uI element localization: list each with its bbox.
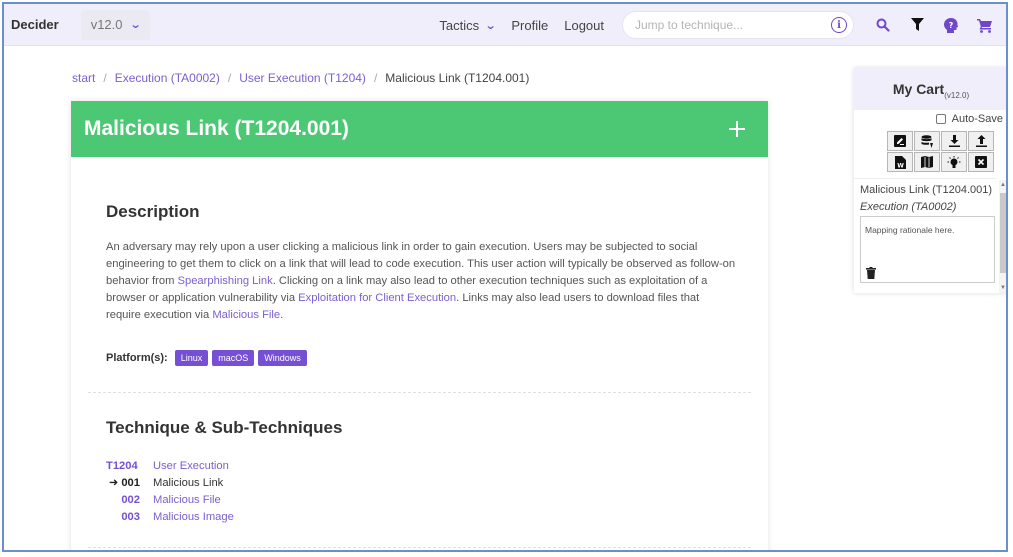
- autosave-checkbox[interactable]: [935, 114, 946, 124]
- cart-item-title[interactable]: Malicious Link (T1204.001): [860, 184, 992, 196]
- list-item[interactable]: 003 Malicious Image: [106, 508, 234, 525]
- arrow-right-icon: ➜: [108, 477, 119, 489]
- breadcrumb: start / Execution (TA0002) / User Execut…: [72, 71, 529, 85]
- database-icon: [921, 134, 933, 148]
- navigator-map-button[interactable]: [914, 152, 940, 172]
- spearphishing-link[interactable]: Spearphishing Link: [178, 275, 273, 287]
- cart-toolbar: W: [887, 131, 994, 172]
- filter-icon[interactable]: [900, 18, 934, 32]
- breadcrumb-start[interactable]: start: [72, 71, 95, 85]
- word-doc-icon: W: [894, 155, 906, 169]
- technique-id: 003: [121, 510, 140, 523]
- tactics-menu[interactable]: Tactics ⌄: [439, 17, 497, 33]
- description-text: An adversary may rely upon a user clicki…: [106, 239, 736, 324]
- list-item[interactable]: T1204 User Execution: [106, 457, 234, 474]
- download-icon: [948, 135, 960, 147]
- plus-icon: [729, 121, 745, 137]
- subtechniques-heading: Technique & Sub-Techniques: [106, 418, 343, 437]
- breadcrumb-technique[interactable]: User Execution (T1204): [239, 71, 366, 85]
- mapping-rationale-input[interactable]: Mapping rationale here.: [860, 216, 995, 283]
- info-icon[interactable]: i: [831, 17, 847, 33]
- desc-text: .: [280, 309, 284, 321]
- clear-cart-button[interactable]: [968, 152, 994, 172]
- delete-item-button[interactable]: [866, 266, 876, 284]
- cart-item-tactic: Execution (TA0002): [860, 201, 957, 213]
- cart-divider: [854, 178, 996, 179]
- card-header: Malicious Link (T1204.001): [71, 101, 768, 157]
- breadcrumb-current: Malicious Link (T1204.001): [385, 71, 530, 85]
- cart-scrollbar[interactable]: ▲ ▼: [999, 180, 1006, 293]
- cart-version: (v12.0): [944, 90, 970, 100]
- exploitation-client-execution-link[interactable]: Exploitation for Client Execution: [298, 292, 456, 304]
- breadcrumb-separator: /: [227, 71, 232, 85]
- list-item[interactable]: 002 Malicious File: [106, 491, 234, 508]
- malicious-file-link[interactable]: Malicious File: [212, 309, 280, 321]
- cart-header: My Cart(v12.0): [854, 68, 1006, 110]
- platforms: Platform(s): Linux macOS Windows: [106, 350, 307, 366]
- svg-text:W: W: [897, 162, 904, 169]
- brand-logo[interactable]: Decider: [11, 17, 59, 32]
- chevron-down-icon: ⌄: [129, 19, 142, 31]
- upload-icon: [975, 135, 987, 147]
- profile-link[interactable]: Profile: [511, 18, 548, 33]
- upload-button[interactable]: [968, 131, 994, 151]
- cart-panel: My Cart(v12.0) Auto-Save W Malicious Lin…: [854, 68, 1006, 293]
- technique-search: i: [622, 11, 854, 39]
- technique-name: Malicious Link: [153, 476, 224, 489]
- technique-id-value: 001: [121, 477, 140, 489]
- browser-frame: Decider v12.0 ⌄ Tactics ⌄ Profile Logout…: [2, 2, 1008, 552]
- cart-icon[interactable]: [968, 18, 1002, 33]
- trash-icon: [866, 267, 876, 279]
- technique-card: Malicious Link (T1204.001) Description A…: [71, 101, 768, 550]
- technique-name[interactable]: User Execution: [153, 460, 229, 472]
- clear-icon: [975, 156, 987, 168]
- technique-id: ➜ 001: [106, 476, 153, 489]
- cart-title-text: My Cart: [892, 80, 945, 97]
- technique-list: T1204 User Execution ➜ 001 Malicious Lin…: [106, 457, 234, 525]
- help-head-icon[interactable]: ?: [934, 17, 968, 33]
- breadcrumb-separator: /: [373, 71, 378, 85]
- tactics-label: Tactics: [439, 17, 480, 33]
- export-word-button[interactable]: W: [887, 152, 913, 172]
- technique-search-input[interactable]: [635, 18, 815, 32]
- version-value: v12.0: [90, 17, 123, 32]
- lightbulb-icon: [947, 155, 961, 168]
- section-divider: [88, 547, 751, 548]
- search-icon[interactable]: [866, 18, 900, 32]
- svg-text:?: ?: [949, 21, 954, 30]
- scroll-up-icon[interactable]: ▲: [1000, 182, 1006, 188]
- platform-badge-windows[interactable]: Windows: [258, 350, 307, 366]
- logout-link[interactable]: Logout: [564, 18, 604, 33]
- description-heading: Description: [106, 202, 200, 221]
- platforms-label: Platform(s):: [106, 352, 168, 364]
- map-icon: [921, 156, 933, 168]
- add-to-cart-button[interactable]: [728, 116, 746, 142]
- technique-name[interactable]: Malicious Image: [153, 511, 234, 523]
- section-divider: [88, 392, 751, 393]
- edit-icon: [894, 135, 906, 147]
- platform-badge-linux[interactable]: Linux: [174, 350, 209, 366]
- technique-id: T1204: [106, 459, 138, 472]
- download-button[interactable]: [941, 131, 967, 151]
- edit-button[interactable]: [887, 131, 913, 151]
- suggestions-button[interactable]: [941, 152, 967, 172]
- breadcrumb-tactic[interactable]: Execution (TA0002): [115, 71, 220, 85]
- version-select[interactable]: v12.0 ⌄: [80, 9, 150, 40]
- page-title: Malicious Link (T1204.001): [84, 117, 349, 140]
- scroll-thumb[interactable]: [1000, 193, 1006, 273]
- technique-id: 002: [121, 493, 140, 506]
- chevron-down-icon: ⌄: [484, 19, 497, 32]
- nav-right: Tactics ⌄ Profile Logout i ?: [439, 4, 1006, 46]
- cart-title: My Cart(v12.0): [893, 81, 969, 100]
- list-item-current: ➜ 001 Malicious Link: [106, 474, 234, 491]
- platform-badge-macos[interactable]: macOS: [212, 350, 255, 366]
- navbar: Decider v12.0 ⌄ Tactics ⌄ Profile Logout…: [4, 4, 1006, 46]
- database-button[interactable]: [914, 131, 940, 151]
- autosave-toggle[interactable]: Auto-Save: [935, 113, 1003, 125]
- breadcrumb-separator: /: [103, 71, 107, 85]
- scroll-down-icon[interactable]: ▼: [1000, 285, 1006, 291]
- technique-name[interactable]: Malicious File: [153, 494, 221, 506]
- autosave-label: Auto-Save: [951, 113, 1003, 125]
